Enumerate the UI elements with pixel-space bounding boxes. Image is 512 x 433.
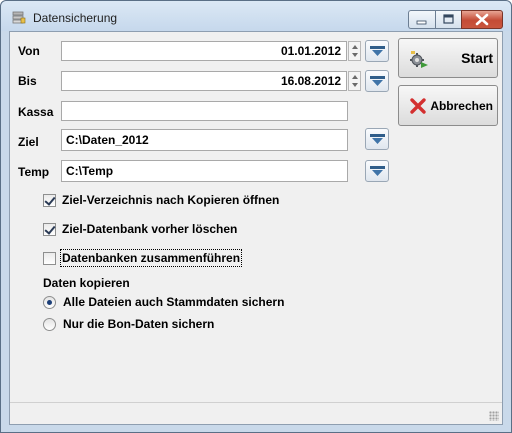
- radio-selected-icon[interactable]: [43, 295, 56, 309]
- maximize-icon: [443, 14, 454, 24]
- checkbox-label: Ziel-Verzeichnis nach Kopieren öffnen: [62, 193, 280, 207]
- checkbox-label: Ziel-Datenbank vorher löschen: [62, 222, 238, 236]
- temp-label: Temp: [18, 165, 50, 179]
- radio-all-files[interactable]: Alle Dateien auch Stammdaten sichern: [43, 295, 284, 309]
- abbrechen-label: Abbrechen: [430, 99, 493, 113]
- checkbox-open-target-dir[interactable]: Ziel-Verzeichnis nach Kopieren öffnen: [43, 193, 279, 207]
- checkbox-delete-target-db[interactable]: Ziel-Datenbank vorher löschen: [43, 222, 237, 236]
- checkbox-merge-databases[interactable]: Datenbanken zusammenführen: [43, 249, 243, 267]
- radio-bon-only[interactable]: Nur die Bon-Daten sichern: [43, 317, 214, 331]
- von-date-field[interactable]: 01.01.2012: [61, 41, 347, 61]
- bis-spinner[interactable]: [348, 71, 361, 91]
- funnel-dropdown-icon: [370, 166, 385, 176]
- von-spinner[interactable]: [348, 41, 361, 61]
- kassa-select[interactable]: [61, 101, 348, 121]
- window-title: Datensicherung: [33, 11, 118, 25]
- dialog-body: Von 01.01.2012 Bis 16.08.2012 Kassa Ziel…: [9, 31, 503, 425]
- close-icon: [475, 13, 489, 26]
- checkbox-label: Datenbanken zusammenführen: [59, 249, 243, 267]
- temp-path-field[interactable]: C:\Temp: [61, 160, 348, 182]
- bis-date-field[interactable]: 16.08.2012: [61, 71, 347, 91]
- ziel-browse-button[interactable]: [365, 128, 389, 150]
- abbrechen-button[interactable]: Abbrechen: [398, 85, 498, 126]
- spin-up-icon[interactable]: [352, 75, 358, 79]
- copy-group-title: Daten kopieren: [43, 276, 130, 290]
- minimize-button[interactable]: [408, 10, 435, 29]
- maximize-button[interactable]: [435, 10, 461, 29]
- status-bar: [10, 402, 502, 424]
- spin-down-icon[interactable]: [352, 53, 358, 57]
- von-picker-button[interactable]: [365, 40, 389, 62]
- radio-unselected-icon[interactable]: [43, 317, 56, 331]
- checkbox-checked-icon[interactable]: [43, 222, 56, 236]
- checkbox-unchecked-icon[interactable]: [43, 251, 56, 265]
- start-label: Start: [461, 50, 493, 66]
- minimize-icon: [416, 20, 427, 25]
- red-x-icon: [410, 98, 426, 114]
- spin-up-icon[interactable]: [352, 45, 358, 49]
- funnel-dropdown-icon: [370, 76, 385, 86]
- ziel-path-field[interactable]: C:\Daten_2012: [61, 129, 348, 151]
- gear-run-icon: [410, 51, 428, 68]
- backup-window: Datensicherung Von 01.01.2012 Bis 16.08.…: [0, 0, 512, 433]
- radio-label: Alle Dateien auch Stammdaten sichern: [63, 295, 285, 309]
- checkbox-checked-icon[interactable]: [43, 193, 56, 207]
- close-button[interactable]: [461, 10, 503, 29]
- start-button[interactable]: Start: [398, 38, 498, 78]
- spin-down-icon[interactable]: [352, 83, 358, 87]
- title-bar[interactable]: Datensicherung: [1, 1, 511, 31]
- von-label: Von: [18, 44, 40, 58]
- temp-browse-button[interactable]: [365, 160, 389, 182]
- bis-label: Bis: [18, 74, 37, 88]
- bis-picker-button[interactable]: [365, 70, 389, 92]
- radio-label: Nur die Bon-Daten sichern: [63, 317, 215, 331]
- kassa-label: Kassa: [18, 105, 54, 119]
- resize-grip-icon[interactable]: [489, 411, 499, 421]
- database-backup-icon: [12, 11, 26, 24]
- ziel-label: Ziel: [18, 135, 39, 149]
- funnel-dropdown-icon: [370, 46, 385, 56]
- funnel-dropdown-icon: [370, 134, 385, 144]
- window-controls: [408, 10, 503, 29]
